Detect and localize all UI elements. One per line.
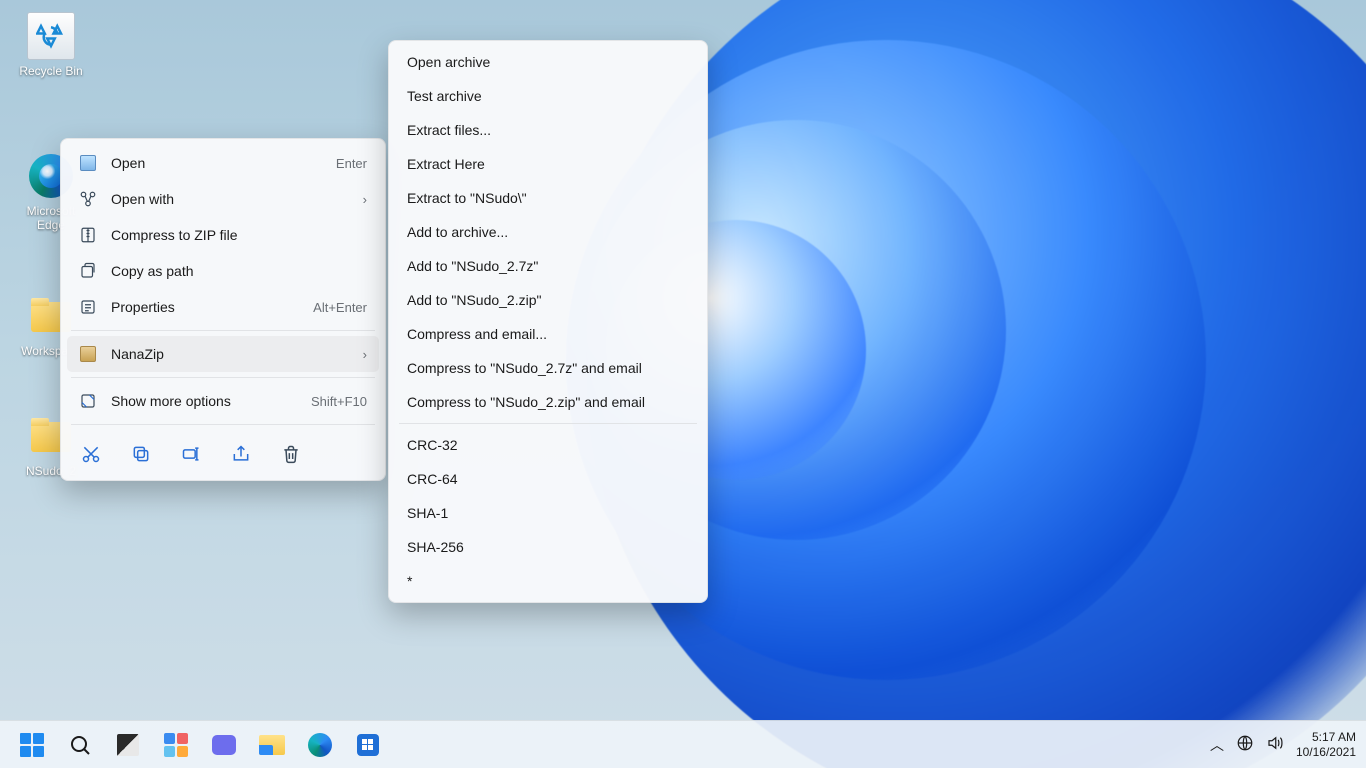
clock-time: 5:17 AM [1296,730,1356,745]
nanazip-submenu: Open archive Test archive Extract files.… [388,40,708,603]
desktop-icon-recycle-bin[interactable]: Recycle Bin [14,12,88,78]
show-more-icon [79,392,97,410]
network-icon[interactable] [1236,734,1254,755]
separator [71,424,375,425]
sub-compress-zip-email[interactable]: Compress to "NSudo_2.zip" and email [393,385,703,419]
chat-button[interactable] [204,725,244,765]
ctx-action-row [67,430,379,474]
sub-crc32[interactable]: CRC-32 [393,428,703,462]
chevron-right-icon: › [363,347,367,362]
separator [71,330,375,331]
ctx-item-label: Open [111,155,322,171]
system-tray: ︿ 5:17 AM 10/16/2021 [1210,730,1356,760]
sub-extract-to[interactable]: Extract to "NSudo\" [393,181,703,215]
ctx-nanazip[interactable]: NanaZip › [67,336,379,372]
separator [71,377,375,378]
ctx-item-label: Show more options [111,393,297,409]
edge-button[interactable] [300,725,340,765]
taskbar: ︿ 5:17 AM 10/16/2021 [0,720,1366,768]
properties-icon [79,298,97,316]
copy-button[interactable] [127,440,155,468]
clock-date: 10/16/2021 [1296,745,1356,760]
widgets-button[interactable] [156,725,196,765]
sub-compress-email[interactable]: Compress and email... [393,317,703,351]
start-button[interactable] [12,725,52,765]
desktop-icon-label: Recycle Bin [14,64,88,78]
open-with-icon [79,190,97,208]
nanazip-icon [79,345,97,363]
sub-add-zip[interactable]: Add to "NSudo_2.zip" [393,283,703,317]
sub-sha256[interactable]: SHA-256 [393,530,703,564]
volume-icon[interactable] [1266,734,1284,755]
ctx-item-label: Properties [111,299,299,315]
sub-crc64[interactable]: CRC-64 [393,462,703,496]
copy-path-icon [79,262,97,280]
rename-button[interactable] [177,440,205,468]
sub-sha1[interactable]: SHA-1 [393,496,703,530]
ctx-item-label: Compress to ZIP file [111,227,367,243]
search-button[interactable] [60,725,100,765]
ctx-item-accel: Alt+Enter [313,300,367,315]
sub-add-7z[interactable]: Add to "NSudo_2.7z" [393,249,703,283]
sub-test-archive[interactable]: Test archive [393,79,703,113]
context-menu: Open Enter Open with › Compress to ZIP f… [60,138,386,481]
ctx-open-with[interactable]: Open with › [67,181,379,217]
cut-button[interactable] [77,440,105,468]
recycle-bin-icon [27,12,75,60]
tray-overflow-icon[interactable]: ︿ [1210,735,1224,755]
sub-add-archive[interactable]: Add to archive... [393,215,703,249]
sub-open-archive[interactable]: Open archive [393,45,703,79]
taskbar-pinned [12,725,388,765]
share-button[interactable] [227,440,255,468]
sub-extract-here[interactable]: Extract Here [393,147,703,181]
taskbar-clock[interactable]: 5:17 AM 10/16/2021 [1296,730,1356,760]
ctx-item-accel: Shift+F10 [311,394,367,409]
task-view-button[interactable] [108,725,148,765]
sub-extract-files[interactable]: Extract files... [393,113,703,147]
chevron-right-icon: › [363,192,367,207]
ctx-show-more-options[interactable]: Show more options Shift+F10 [67,383,379,419]
ctx-compress-zip[interactable]: Compress to ZIP file [67,217,379,253]
ctx-item-label: Open with [111,191,349,207]
sub-star[interactable]: * [393,564,703,598]
open-icon [79,154,97,172]
delete-button[interactable] [277,440,305,468]
zip-icon [79,226,97,244]
ctx-item-label: NanaZip [111,346,349,362]
ctx-item-label: Copy as path [111,263,367,279]
separator [399,423,697,424]
sub-compress-7z-email[interactable]: Compress to "NSudo_2.7z" and email [393,351,703,385]
file-explorer-button[interactable] [252,725,292,765]
ctx-properties[interactable]: Properties Alt+Enter [67,289,379,325]
ctx-copy-path[interactable]: Copy as path [67,253,379,289]
ctx-open[interactable]: Open Enter [67,145,379,181]
ctx-item-accel: Enter [336,156,367,171]
store-button[interactable] [348,725,388,765]
